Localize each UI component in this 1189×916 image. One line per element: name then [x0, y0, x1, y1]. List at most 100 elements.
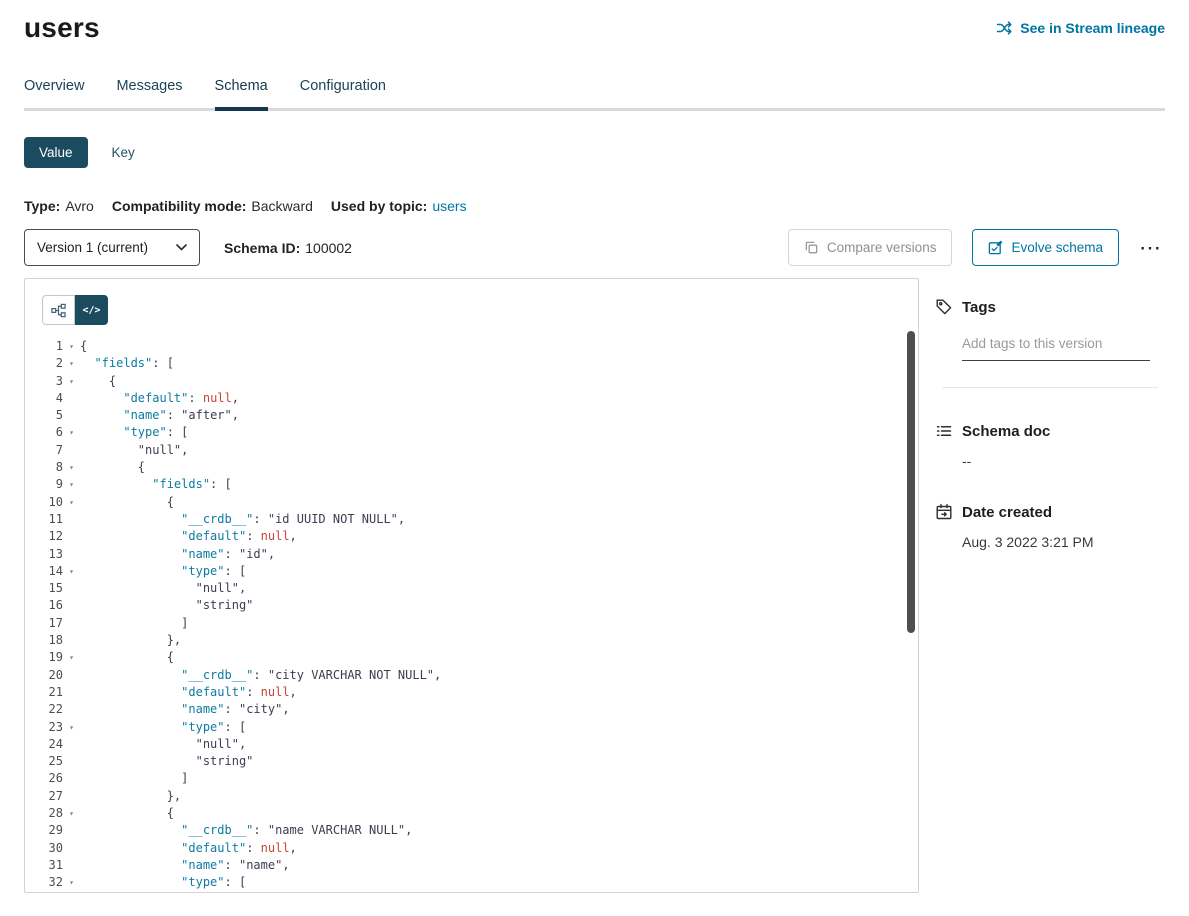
code-line: 29 "__crdb__": "name VARCHAR NULL", — [25, 822, 918, 839]
fold-spacer — [63, 840, 80, 857]
code-text: }, — [80, 632, 181, 649]
line-number: 29 — [25, 822, 63, 839]
schema-toolbar: Version 1 (current) Schema ID:100002 Com… — [24, 229, 1165, 266]
code-text: "fields": [ — [80, 476, 232, 493]
code-line: 11 "__crdb__": "id UUID NOT NULL", — [25, 511, 918, 528]
schema-doc-header: Schema doc — [935, 422, 1165, 440]
topic-link[interactable]: users — [432, 198, 466, 214]
code-text: { — [80, 459, 145, 476]
doc-list-icon — [935, 422, 953, 440]
fold-toggle-icon[interactable]: ▾ — [63, 563, 80, 580]
line-number: 22 — [25, 701, 63, 718]
line-number: 31 — [25, 857, 63, 874]
tab-messages[interactable]: Messages — [116, 78, 182, 108]
code-line: 30 "default": null, — [25, 840, 918, 857]
code-text: "name": "id", — [80, 546, 275, 563]
code-text: "type": [ — [80, 874, 246, 891]
code-line: 13 "name": "id", — [25, 546, 918, 563]
see-in-stream-lineage-link[interactable]: See in Stream lineage — [996, 20, 1165, 36]
tab-schema[interactable]: Schema — [215, 78, 268, 111]
fold-toggle-icon[interactable]: ▾ — [63, 459, 80, 476]
fold-spacer — [63, 822, 80, 839]
chevron-down-icon — [176, 244, 187, 251]
code-text: "null", — [80, 442, 188, 459]
schema-doc-section: Schema doc -- — [935, 422, 1165, 469]
code-text: "fields": [ — [80, 355, 174, 372]
code-line: 10▾ { — [25, 494, 918, 511]
fold-toggle-icon[interactable]: ▾ — [63, 494, 80, 511]
code-line: 14▾ "type": [ — [25, 563, 918, 580]
line-number: 10 — [25, 494, 63, 511]
code-text: "name": "name", — [80, 857, 290, 874]
editor-scrollbar-thumb[interactable] — [907, 331, 915, 633]
tab-configuration[interactable]: Configuration — [300, 78, 386, 108]
key-toggle-button[interactable]: Key — [112, 145, 135, 160]
code-text: "__crdb__": "name VARCHAR NULL", — [80, 822, 412, 839]
line-number: 25 — [25, 753, 63, 770]
schema-main: </> 1▾{2▾ "fields": [3▾ {4 "default": nu… — [24, 278, 1165, 893]
code-line: 12 "default": null, — [25, 528, 918, 545]
date-created-header: Date created — [935, 503, 1165, 521]
schema-id-value: 100002 — [305, 240, 352, 256]
line-number: 15 — [25, 580, 63, 597]
fold-toggle-icon[interactable]: ▾ — [63, 874, 80, 891]
version-select-value: Version 1 (current) — [37, 240, 148, 255]
code-text: ] — [80, 770, 188, 787]
evolve-schema-button[interactable]: Evolve schema — [972, 229, 1119, 266]
schema-doc-value: -- — [962, 453, 1165, 469]
fold-toggle-icon[interactable]: ▾ — [63, 424, 80, 441]
tree-view-button[interactable] — [42, 295, 75, 325]
line-number: 3 — [25, 373, 63, 390]
tags-title: Tags — [962, 299, 996, 316]
line-number: 16 — [25, 597, 63, 614]
fold-spacer — [63, 407, 80, 424]
compatibility-field: Compatibility mode:Backward — [112, 198, 313, 214]
code-view-button[interactable]: </> — [75, 295, 108, 325]
tags-section-header: Tags — [935, 298, 1165, 316]
tag-icon — [935, 298, 953, 316]
fold-toggle-icon[interactable]: ▾ — [63, 649, 80, 666]
used-by-topic-field: Used by topic:users — [331, 198, 467, 214]
line-number: 9 — [25, 476, 63, 493]
code-text: "null", — [80, 580, 246, 597]
code-text: "null", — [80, 736, 246, 753]
page-title: users — [24, 12, 100, 44]
code-line: 21 "default": null, — [25, 684, 918, 701]
fold-spacer — [63, 580, 80, 597]
fold-toggle-icon[interactable]: ▾ — [63, 373, 80, 390]
code-text: "default": null, — [80, 390, 239, 407]
fold-toggle-icon[interactable]: ▾ — [63, 355, 80, 372]
tab-overview[interactable]: Overview — [24, 78, 84, 108]
code-line: 18 }, — [25, 632, 918, 649]
code-line: 5 "name": "after", — [25, 407, 918, 424]
code-text: "type": [ — [80, 719, 246, 736]
code-lines: 1▾{2▾ "fields": [3▾ {4 "default": null,5… — [25, 338, 918, 892]
schema-id-field: Schema ID:100002 — [224, 240, 352, 256]
code-text: "string" — [80, 597, 253, 614]
value-toggle-button[interactable]: Value — [24, 137, 88, 168]
fold-toggle-icon[interactable]: ▾ — [63, 805, 80, 822]
version-select[interactable]: Version 1 (current) — [24, 229, 200, 266]
code-text: { — [80, 805, 174, 822]
add-tags-input[interactable] — [962, 336, 1150, 361]
line-number: 8 — [25, 459, 63, 476]
code-line: 3▾ { — [25, 373, 918, 390]
code-text: "type": [ — [80, 563, 246, 580]
compatibility-value: Backward — [251, 198, 312, 214]
fold-spacer — [63, 701, 80, 718]
code-text: "default": null, — [80, 684, 297, 701]
line-number: 17 — [25, 615, 63, 632]
line-number: 30 — [25, 840, 63, 857]
line-number: 12 — [25, 528, 63, 545]
code-text: ] — [80, 615, 188, 632]
fold-spacer — [63, 390, 80, 407]
code-line: 23▾ "type": [ — [25, 719, 918, 736]
code-line: 1▾{ — [25, 338, 918, 355]
fold-toggle-icon[interactable]: ▾ — [63, 338, 80, 355]
line-number: 5 — [25, 407, 63, 424]
compare-versions-button[interactable]: Compare versions — [788, 229, 953, 266]
more-options-button[interactable]: ⋯ — [1137, 239, 1165, 257]
fold-toggle-icon[interactable]: ▾ — [63, 476, 80, 493]
fold-toggle-icon[interactable]: ▾ — [63, 719, 80, 736]
line-number: 23 — [25, 719, 63, 736]
